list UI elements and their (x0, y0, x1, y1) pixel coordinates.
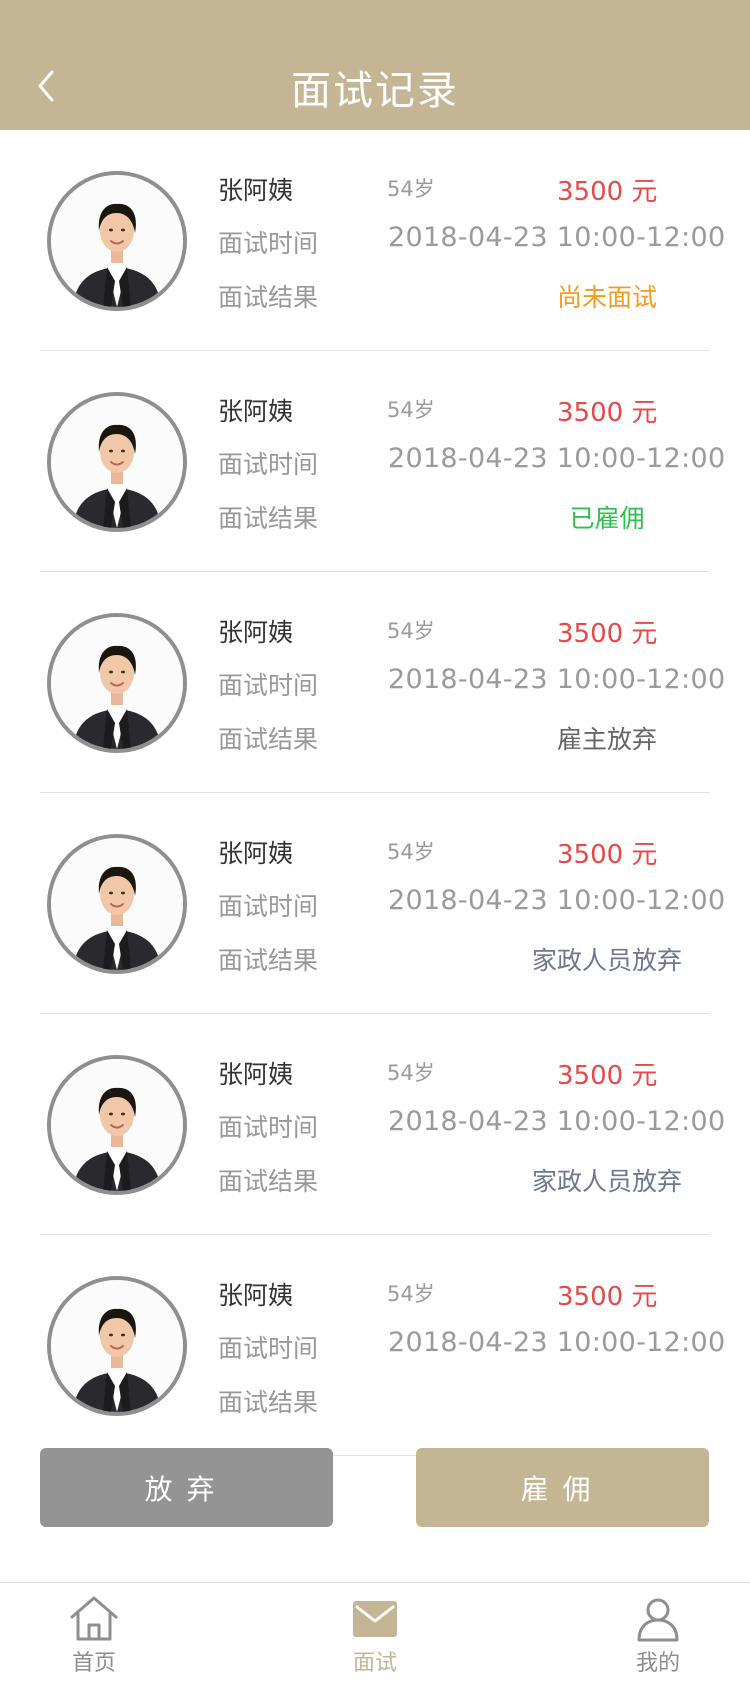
worker-age: 54岁 (387, 398, 435, 422)
app-header: 面试记录 (0, 0, 750, 130)
avatar (47, 1055, 187, 1195)
record-card[interactable]: 张阿姨 54岁 3500 元面试时间 2018-04-23 10:00-12:00 面试… (0, 130, 750, 351)
interview-time-value: 2018-04-23 10:00-12:00 (388, 443, 726, 474)
worker-name: 张阿姨 (218, 618, 294, 647)
avatar (47, 1276, 187, 1416)
interview-result-status: 家政人员放弃 (532, 946, 683, 975)
record-card[interactable]: 张阿姨 54岁 3500 元面试时间 2018-04-23 10:00-12:00 面试… (0, 793, 750, 1014)
interview-result-label: 面试结果 (218, 946, 319, 975)
avatar (47, 171, 187, 311)
record-card[interactable]: 张阿姨 54岁 3500 元面试时间 2018-04-23 10:00-12:00 面试… (0, 1014, 750, 1235)
home-icon (70, 1596, 118, 1641)
tab-mine-label: 我的 (635, 1651, 680, 1676)
record-card[interactable]: 张阿姨 54岁 3500 元面试时间 2018-04-23 10:00-12:00 面试… (0, 351, 750, 572)
worker-age: 54岁 (387, 1061, 435, 1085)
bottom-tab-bar: 首页 面试 我的 (0, 1582, 750, 1685)
tab-home[interactable]: 首页 (19, 1583, 169, 1685)
salary-value: 3500 元 (557, 177, 658, 207)
interview-result-status: 雇主放弃 (556, 725, 657, 754)
abandon-button[interactable]: 放弃 (40, 1448, 333, 1527)
interview-result-label: 面试结果 (218, 1167, 319, 1196)
salary-value: 3500 元 (557, 619, 658, 649)
worker-name: 张阿姨 (218, 397, 294, 426)
tab-interview-label: 面试 (352, 1651, 397, 1676)
salary-value: 3500 元 (557, 1061, 658, 1091)
interview-time-label: 面试时间 (218, 229, 319, 258)
interview-result-status: 尚未面试 (556, 283, 657, 312)
interview-time-label: 面试时间 (218, 450, 319, 479)
interview-result-status: 家政人员放弃 (532, 1167, 683, 1196)
interview-time-label: 面试时间 (218, 1113, 319, 1142)
worker-age: 54岁 (387, 840, 435, 864)
avatar (47, 834, 187, 974)
avatar (47, 613, 187, 753)
tab-mine[interactable]: 我的 (583, 1583, 733, 1685)
interview-time-label: 面试时间 (218, 671, 319, 700)
worker-name: 张阿姨 (218, 1060, 294, 1089)
worker-age: 54岁 (387, 1282, 435, 1306)
worker-age: 54岁 (387, 177, 435, 201)
record-card[interactable]: 张阿姨 54岁 3500 元面试时间 2018-04-23 10:00-12:00 面试… (0, 572, 750, 793)
record-card[interactable]: 张阿姨 54岁 3500 元面试时间 2018-04-23 10:00-12:00 面试… (0, 1235, 750, 1456)
interview-time-value: 2018-04-23 10:00-12:00 (388, 1327, 726, 1358)
user-icon (637, 1598, 679, 1642)
salary-value: 3500 元 (557, 840, 658, 870)
envelope-icon (353, 1601, 397, 1637)
worker-name: 张阿姨 (218, 1281, 294, 1310)
interview-result-label: 面试结果 (218, 283, 319, 312)
interview-time-value: 2018-04-23 10:00-12:00 (388, 222, 726, 253)
tab-interview[interactable]: 面试 (300, 1583, 450, 1685)
interview-time-label: 面试时间 (218, 1334, 319, 1363)
worker-name: 张阿姨 (218, 176, 294, 205)
salary-value: 3500 元 (557, 398, 658, 428)
interview-time-value: 2018-04-23 10:00-12:00 (388, 664, 726, 695)
interview-time-value: 2018-04-23 10:00-12:00 (388, 885, 726, 916)
interview-result-label: 面试结果 (218, 1388, 319, 1417)
tab-home-label: 首页 (71, 1651, 116, 1676)
interview-result-label: 面试结果 (218, 725, 319, 754)
hire-button[interactable]: 雇佣 (416, 1448, 709, 1527)
worker-name: 张阿姨 (218, 839, 294, 868)
interview-time-label: 面试时间 (218, 892, 319, 921)
interview-result-status: 已雇佣 (569, 504, 645, 533)
page-title: 面试记录 (291, 68, 459, 114)
interview-time-value: 2018-04-23 10:00-12:00 (388, 1106, 726, 1137)
interview-result-label: 面试结果 (218, 504, 319, 533)
salary-value: 3500 元 (557, 1282, 658, 1312)
avatar (47, 392, 187, 532)
worker-age: 54岁 (387, 619, 435, 643)
interview-record-list: 张阿姨 54岁 3500 元面试时间 2018-04-23 10:00-12:00 面试… (0, 130, 750, 1456)
